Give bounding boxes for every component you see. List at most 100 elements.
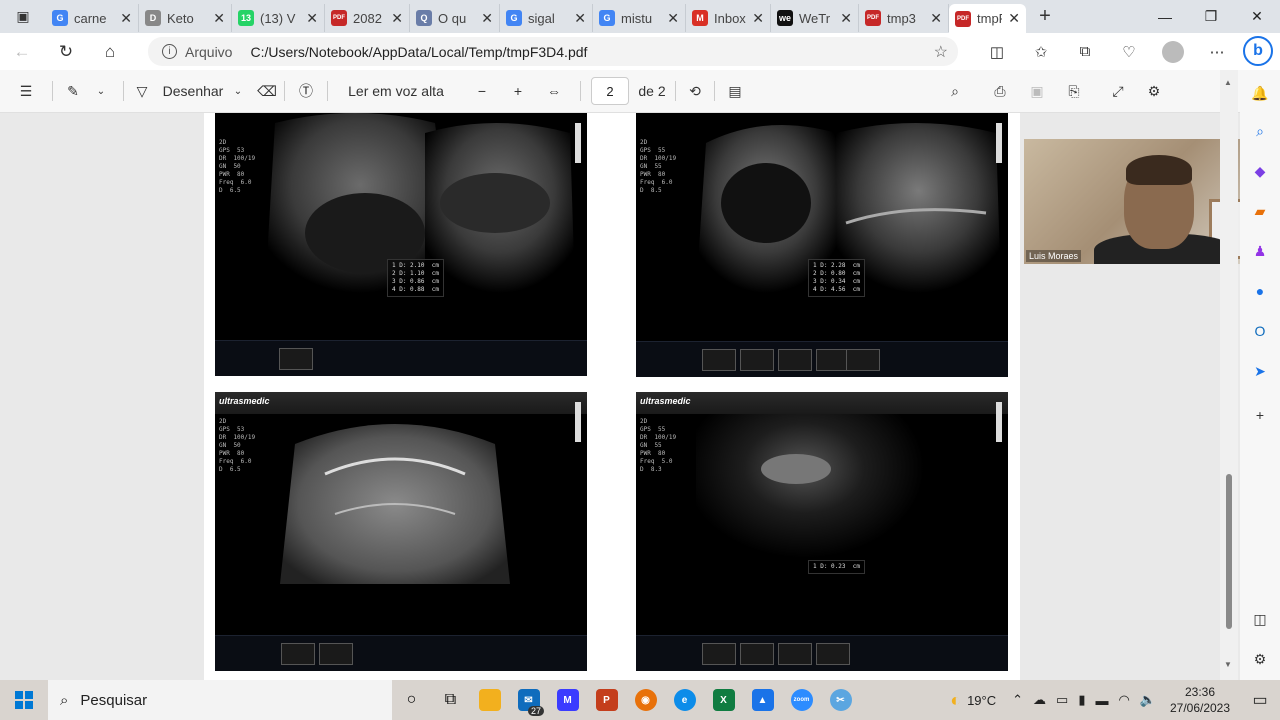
mail-icon[interactable]: ✉ 27 bbox=[509, 680, 548, 720]
tab-close-icon[interactable]: ✕ bbox=[120, 10, 132, 27]
powerpoint-icon[interactable]: P bbox=[587, 680, 626, 720]
snipping-tool-icon[interactable]: ✂ bbox=[821, 680, 860, 720]
zoom-in-icon[interactable]: + bbox=[500, 70, 536, 113]
draw-icon[interactable]: ▽ bbox=[124, 70, 160, 113]
tab-close-icon[interactable]: ✕ bbox=[574, 10, 586, 27]
pdf-settings-icon[interactable]: ⚙ bbox=[1139, 70, 1169, 113]
rotate-icon[interactable]: ⟲ bbox=[676, 70, 714, 113]
browser-tab[interactable]: PDF 2082 ✕ bbox=[325, 4, 410, 32]
tab-close-icon[interactable]: ✕ bbox=[840, 10, 852, 27]
text-icon[interactable]: Ⓣ bbox=[285, 70, 327, 113]
url-field[interactable]: i Arquivo C:/Users/Notebook/AppData/Loca… bbox=[148, 37, 958, 66]
pdf-search-icon[interactable]: ⌕ bbox=[933, 70, 977, 113]
tab-close-icon[interactable]: ✕ bbox=[667, 10, 679, 27]
extensions-icon[interactable]: ♡ bbox=[1107, 43, 1151, 61]
profile-avatar[interactable] bbox=[1162, 40, 1184, 63]
office-icon[interactable]: ● bbox=[1249, 280, 1271, 302]
outlook-icon[interactable]: O bbox=[1249, 320, 1271, 342]
browser-tab[interactable]: Gmistu ✕ bbox=[593, 4, 686, 32]
eraser-icon[interactable]: ⌫ bbox=[250, 70, 284, 113]
browser-tab[interactable]: D Keto ✕ bbox=[139, 4, 232, 32]
cortana-icon[interactable]: ○ bbox=[392, 680, 431, 720]
back-icon[interactable]: ← bbox=[0, 33, 44, 70]
notifications-icon[interactable]: 🔔 bbox=[1249, 82, 1271, 104]
file-explorer-icon[interactable] bbox=[470, 680, 509, 720]
info-icon[interactable]: i bbox=[162, 44, 177, 59]
tools-icon[interactable]: ▰ bbox=[1249, 200, 1271, 222]
browser-tab[interactable]: PDF tmp3 ✕ bbox=[859, 4, 949, 32]
tab-close-icon[interactable]: ✕ bbox=[1008, 10, 1020, 27]
add-sidebar-app-icon[interactable]: + bbox=[1249, 404, 1271, 426]
scroll-up-icon[interactable]: ▲ bbox=[1224, 78, 1232, 87]
photos-icon[interactable]: ▲ bbox=[743, 680, 782, 720]
sidebar-settings-icon[interactable]: ⚙ bbox=[1249, 648, 1271, 670]
weather-temp[interactable]: 19°C bbox=[967, 693, 996, 708]
close-window-icon[interactable]: ✕ bbox=[1234, 0, 1280, 33]
taskbar-search[interactable]: ⌕ Pesquisar bbox=[48, 680, 392, 720]
wifi-icon[interactable]: ◠ bbox=[1118, 692, 1129, 708]
battery-icon[interactable]: ▬ bbox=[1095, 693, 1108, 708]
meet-now-icon[interactable]: ▭ bbox=[1056, 692, 1068, 708]
browser-tab[interactable]: we WeTr ✕ bbox=[771, 4, 859, 32]
task-view-icon[interactable]: ⧉ bbox=[431, 680, 470, 720]
sidebar-search-icon[interactable]: ⌕ bbox=[1249, 120, 1271, 142]
start-button[interactable] bbox=[0, 680, 48, 720]
draw-button[interactable]: Desenhar bbox=[160, 70, 226, 113]
minimize-icon[interactable]: — bbox=[1142, 0, 1188, 33]
copilot-icon[interactable]: b bbox=[1243, 36, 1273, 66]
onedrive-icon[interactable]: ☁ bbox=[1033, 692, 1046, 708]
split-screen-icon[interactable]: ◫ bbox=[975, 43, 1019, 61]
send-icon[interactable]: ➤ bbox=[1249, 360, 1271, 382]
page-number-input[interactable]: 2 bbox=[591, 77, 629, 105]
zoom-icon[interactable]: zoom bbox=[782, 680, 821, 720]
video-call-overlay[interactable]: Luis Moraes bbox=[1024, 139, 1247, 264]
tab-close-icon[interactable]: ✕ bbox=[391, 10, 403, 27]
tab-close-icon[interactable]: ✕ bbox=[752, 10, 764, 27]
collections-icon[interactable]: ⧉ bbox=[1063, 43, 1107, 60]
contents-icon[interactable]: ☰ bbox=[0, 70, 52, 113]
highlight-dropdown-icon[interactable]: ⌄ bbox=[93, 70, 109, 113]
save-as-icon[interactable]: ⎘ bbox=[1051, 70, 1097, 113]
more-menu-icon[interactable]: ⋯ bbox=[1195, 43, 1239, 61]
notification-center-icon[interactable]: ▭ bbox=[1240, 690, 1280, 710]
tab-close-icon[interactable]: ✕ bbox=[481, 10, 493, 27]
recorder-icon[interactable]: ◉ bbox=[626, 680, 665, 720]
home-icon[interactable]: ⌂ bbox=[88, 33, 132, 70]
zoom-out-icon[interactable]: − bbox=[464, 70, 500, 113]
draw-dropdown-icon[interactable]: ⌄ bbox=[226, 70, 250, 113]
browser-tab[interactable]: M Inbox ✕ bbox=[686, 4, 771, 32]
tab-close-icon[interactable]: ✕ bbox=[930, 10, 942, 27]
tab-close-icon[interactable]: ✕ bbox=[213, 10, 225, 27]
games-icon[interactable]: ♟ bbox=[1249, 240, 1271, 262]
favorite-star-icon[interactable]: ☆ bbox=[934, 42, 948, 62]
new-tab-button[interactable]: + bbox=[1030, 5, 1060, 28]
browser-tab[interactable]: 13 (13) V ✕ bbox=[232, 4, 325, 32]
show-hidden-icons-icon[interactable]: ⌃ bbox=[1012, 692, 1023, 708]
pdf-scrollbar[interactable]: ▲ ▼ bbox=[1220, 70, 1238, 680]
print-icon[interactable]: ⎙ bbox=[977, 70, 1023, 113]
highlight-icon[interactable]: ✎ bbox=[53, 70, 93, 113]
browser-tab[interactable]: Q O qu ✕ bbox=[410, 4, 500, 32]
fullscreen-icon[interactable]: ⤢ bbox=[1097, 70, 1139, 113]
clock[interactable]: 23:36 27/06/2023 bbox=[1160, 684, 1240, 716]
browser-tab[interactable]: PDF tmpF ✕ bbox=[949, 4, 1026, 33]
fit-page-icon[interactable]: ⇔ bbox=[536, 70, 572, 113]
browser-tab[interactable]: Gcarne ✕ bbox=[46, 4, 139, 32]
volume-icon[interactable]: 🔈 bbox=[1140, 692, 1156, 708]
tab-actions-icon[interactable]: ▣ bbox=[0, 0, 46, 33]
scroll-down-icon[interactable]: ▼ bbox=[1224, 660, 1232, 669]
scrollbar-thumb[interactable] bbox=[1226, 474, 1232, 629]
app-icon[interactable]: M bbox=[548, 680, 587, 720]
favorites-icon[interactable]: ✩ bbox=[1019, 43, 1063, 61]
restore-icon[interactable]: ❐ bbox=[1188, 0, 1234, 33]
usb-icon[interactable]: ▮ bbox=[1078, 692, 1085, 708]
page-view-icon[interactable]: ▤ bbox=[715, 70, 755, 113]
excel-icon[interactable]: X bbox=[704, 680, 743, 720]
read-aloud-button[interactable]: Ler em voz alta bbox=[328, 70, 464, 113]
reload-icon[interactable]: ↻ bbox=[44, 33, 88, 70]
browser-tab[interactable]: Gsigal ✕ bbox=[500, 4, 593, 32]
shopping-icon[interactable]: ◆ bbox=[1249, 160, 1271, 182]
hide-sidebar-icon[interactable]: ◫ bbox=[1249, 608, 1271, 630]
save-icon[interactable]: ▣ bbox=[1023, 70, 1051, 113]
tab-close-icon[interactable]: ✕ bbox=[306, 10, 318, 27]
